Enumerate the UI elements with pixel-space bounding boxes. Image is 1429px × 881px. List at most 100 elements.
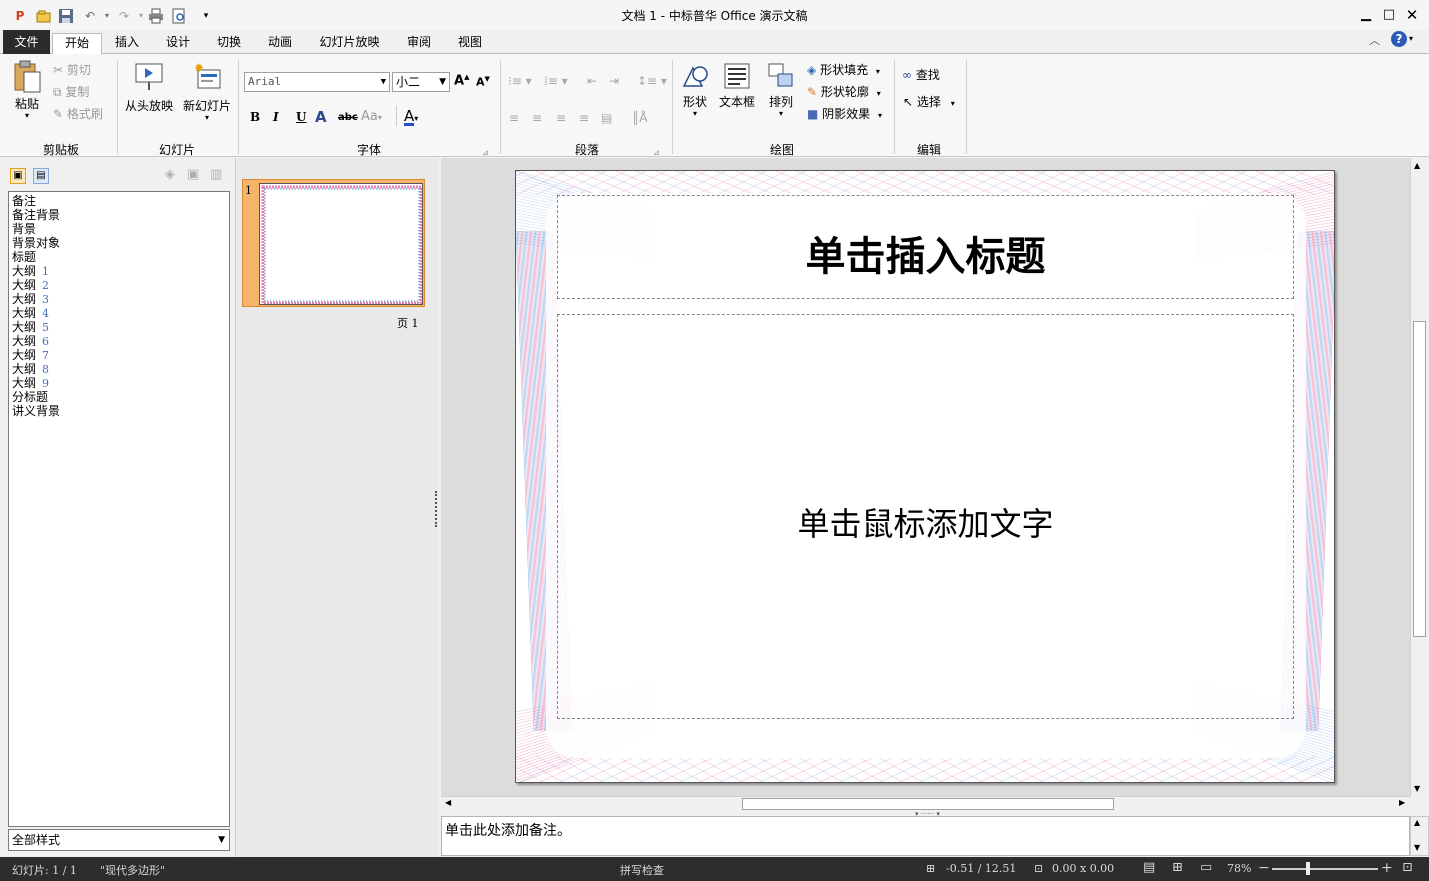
- tab-view[interactable]: 视图: [449, 33, 491, 54]
- font-dialog-launcher-icon[interactable]: ⊿: [482, 148, 489, 157]
- scroll-left-icon[interactable]: ◀: [445, 798, 451, 807]
- notes-scrollbar[interactable]: ▲ ▼: [1410, 816, 1429, 856]
- font-name-select[interactable]: Arial ▼: [244, 72, 390, 92]
- distribute-icon[interactable]: ▤: [601, 111, 612, 125]
- style-list-item[interactable]: 大纲 3: [9, 292, 229, 306]
- style-filter-select[interactable]: 全部样式 ▼: [8, 829, 230, 851]
- zoom-slider[interactable]: [1272, 868, 1378, 870]
- paste-button[interactable]: 粘贴 ▾: [8, 60, 46, 120]
- select-button[interactable]: ↖ 选择 ▾: [903, 94, 955, 112]
- scroll-down-icon[interactable]: ▼: [1414, 784, 1420, 793]
- fill-format-icon[interactable]: ◈: [165, 167, 175, 182]
- style-list-item[interactable]: 大纲 2: [9, 278, 229, 292]
- textbox-button[interactable]: 文本框: [716, 62, 758, 110]
- style-list-item[interactable]: 分标题: [9, 390, 229, 404]
- line-spacing-icon[interactable]: ↕≡ ▾: [637, 74, 667, 88]
- graphics-styles-icon[interactable]: ▤: [33, 168, 49, 184]
- slide-sorter-icon[interactable]: ⊞: [1172, 860, 1183, 875]
- horizontal-scrollbar[interactable]: ◀ ▶: [441, 796, 1410, 811]
- close-button[interactable]: ✕: [1402, 6, 1422, 24]
- tab-slideshow[interactable]: 幻灯片放映: [312, 33, 387, 54]
- style-list-item[interactable]: 备注: [9, 194, 229, 208]
- strikethrough-button[interactable]: abc: [338, 112, 358, 123]
- tab-design[interactable]: 设计: [157, 33, 199, 54]
- style-list-item[interactable]: 大纲 9: [9, 376, 229, 390]
- panel-resize-handle[interactable]: [435, 491, 438, 527]
- grow-font-icon[interactable]: A▲: [454, 73, 469, 88]
- style-list-item[interactable]: 大纲 6: [9, 334, 229, 348]
- underline-button[interactable]: U: [296, 110, 306, 124]
- tab-insert[interactable]: 插入: [106, 33, 148, 54]
- arrange-button[interactable]: 排列 ▾: [762, 62, 800, 118]
- help-dropdown-icon[interactable]: ▾: [1409, 34, 1413, 43]
- tab-animations[interactable]: 动画: [259, 33, 301, 54]
- align-center-icon[interactable]: ≡: [532, 111, 542, 125]
- new-slide-button[interactable]: ✸ 新幻灯片 ▾: [180, 61, 234, 122]
- text-direction-icon[interactable]: ║Å: [632, 111, 647, 125]
- maximize-button[interactable]: □: [1379, 6, 1399, 24]
- decrease-indent-icon[interactable]: ⇤: [587, 74, 597, 88]
- font-size-select[interactable]: 小二 ▼: [392, 72, 450, 92]
- align-right-icon[interactable]: ≡: [556, 111, 566, 125]
- style-list-item[interactable]: 备注背景: [9, 208, 229, 222]
- font-color-button[interactable]: A▾: [404, 107, 418, 126]
- find-button[interactable]: ∞ 查找: [902, 67, 940, 83]
- style-list-item[interactable]: 大纲 8: [9, 362, 229, 376]
- scroll-down-icon[interactable]: ▼: [1414, 843, 1420, 852]
- numbering-icon[interactable]: ⁞≡ ▾: [544, 74, 568, 88]
- italic-button[interactable]: I: [273, 110, 279, 124]
- style-list-item[interactable]: 讲义背景: [9, 404, 229, 418]
- minimize-button[interactable]: ▁: [1356, 6, 1376, 24]
- body-placeholder[interactable]: 单击鼠标添加文字: [557, 314, 1294, 719]
- notes-pane[interactable]: 单击此处添加备注。: [441, 816, 1410, 856]
- bullets-icon[interactable]: ⁝≡ ▾: [508, 74, 532, 88]
- styles-view-icon[interactable]: ▣: [10, 168, 26, 184]
- shape-fill-button[interactable]: ◈ 形状填充 ▾: [807, 62, 880, 80]
- text-shadow-icon[interactable]: A: [315, 108, 327, 126]
- shapes-button[interactable]: 形状 ▾: [677, 62, 713, 118]
- scroll-right-icon[interactable]: ▶: [1399, 798, 1405, 807]
- justify-icon[interactable]: ≡: [579, 111, 589, 125]
- slideshow-view-icon[interactable]: ▭: [1200, 860, 1212, 875]
- collapse-ribbon-icon[interactable]: ︿: [1369, 32, 1380, 48]
- vertical-scroll-thumb[interactable]: [1413, 321, 1426, 637]
- style-list-item[interactable]: 背景对象: [9, 236, 229, 250]
- paragraph-dialog-launcher-icon[interactable]: ⊿: [653, 148, 660, 157]
- slide-canvas[interactable]: 单击插入标题 单击鼠标添加文字: [515, 170, 1335, 783]
- scroll-up-icon[interactable]: ▲: [1414, 161, 1420, 170]
- normal-view-icon[interactable]: ▤: [1143, 860, 1155, 875]
- horizontal-scroll-thumb[interactable]: [742, 798, 1114, 810]
- style-list-item[interactable]: 标题: [9, 250, 229, 264]
- new-style-icon[interactable]: ▣: [187, 167, 199, 182]
- update-style-icon[interactable]: ▥: [210, 167, 222, 182]
- style-list-item[interactable]: 大纲 4: [9, 306, 229, 320]
- shadow-effect-button[interactable]: ■ 阴影效果 ▾: [807, 106, 882, 124]
- cut-button[interactable]: ✂ 剪切: [53, 62, 91, 78]
- tab-home[interactable]: 开始: [52, 33, 102, 55]
- format-painter-button[interactable]: ✎ 格式刷: [53, 106, 103, 122]
- scroll-up-icon[interactable]: ▲: [1414, 818, 1420, 827]
- tab-review[interactable]: 审阅: [398, 33, 440, 54]
- tab-file[interactable]: 文件: [3, 30, 50, 54]
- change-case-button[interactable]: Aa▾: [361, 109, 382, 124]
- title-placeholder[interactable]: 单击插入标题: [557, 195, 1294, 299]
- zoom-out-icon[interactable]: −: [1258, 860, 1270, 876]
- increase-indent-icon[interactable]: ⇥: [609, 74, 619, 88]
- slide-thumbnail[interactable]: 1: [242, 179, 425, 307]
- spell-check[interactable]: 拼写检查: [620, 862, 664, 878]
- style-list-item[interactable]: 大纲 1: [9, 264, 229, 278]
- zoom-in-icon[interactable]: +: [1381, 860, 1393, 876]
- style-list-item[interactable]: 背景: [9, 222, 229, 236]
- from-start-button[interactable]: 从头放映: [122, 62, 176, 114]
- align-left-icon[interactable]: ≡: [509, 111, 519, 125]
- bold-button[interactable]: B: [250, 110, 260, 124]
- style-list-item[interactable]: 大纲 5: [9, 320, 229, 334]
- shape-outline-button[interactable]: ✎ 形状轮廓 ▾: [807, 84, 881, 102]
- tab-transitions[interactable]: 切换: [208, 33, 250, 54]
- shrink-font-icon[interactable]: A▼: [476, 75, 490, 89]
- vertical-scrollbar[interactable]: ▲ ▼: [1410, 158, 1429, 796]
- zoom-slider-handle[interactable]: [1306, 862, 1310, 875]
- fit-to-window-icon[interactable]: ⊡: [1402, 860, 1413, 875]
- copy-button[interactable]: ⧉ 复制: [53, 84, 89, 100]
- style-list-item[interactable]: 大纲 7: [9, 348, 229, 362]
